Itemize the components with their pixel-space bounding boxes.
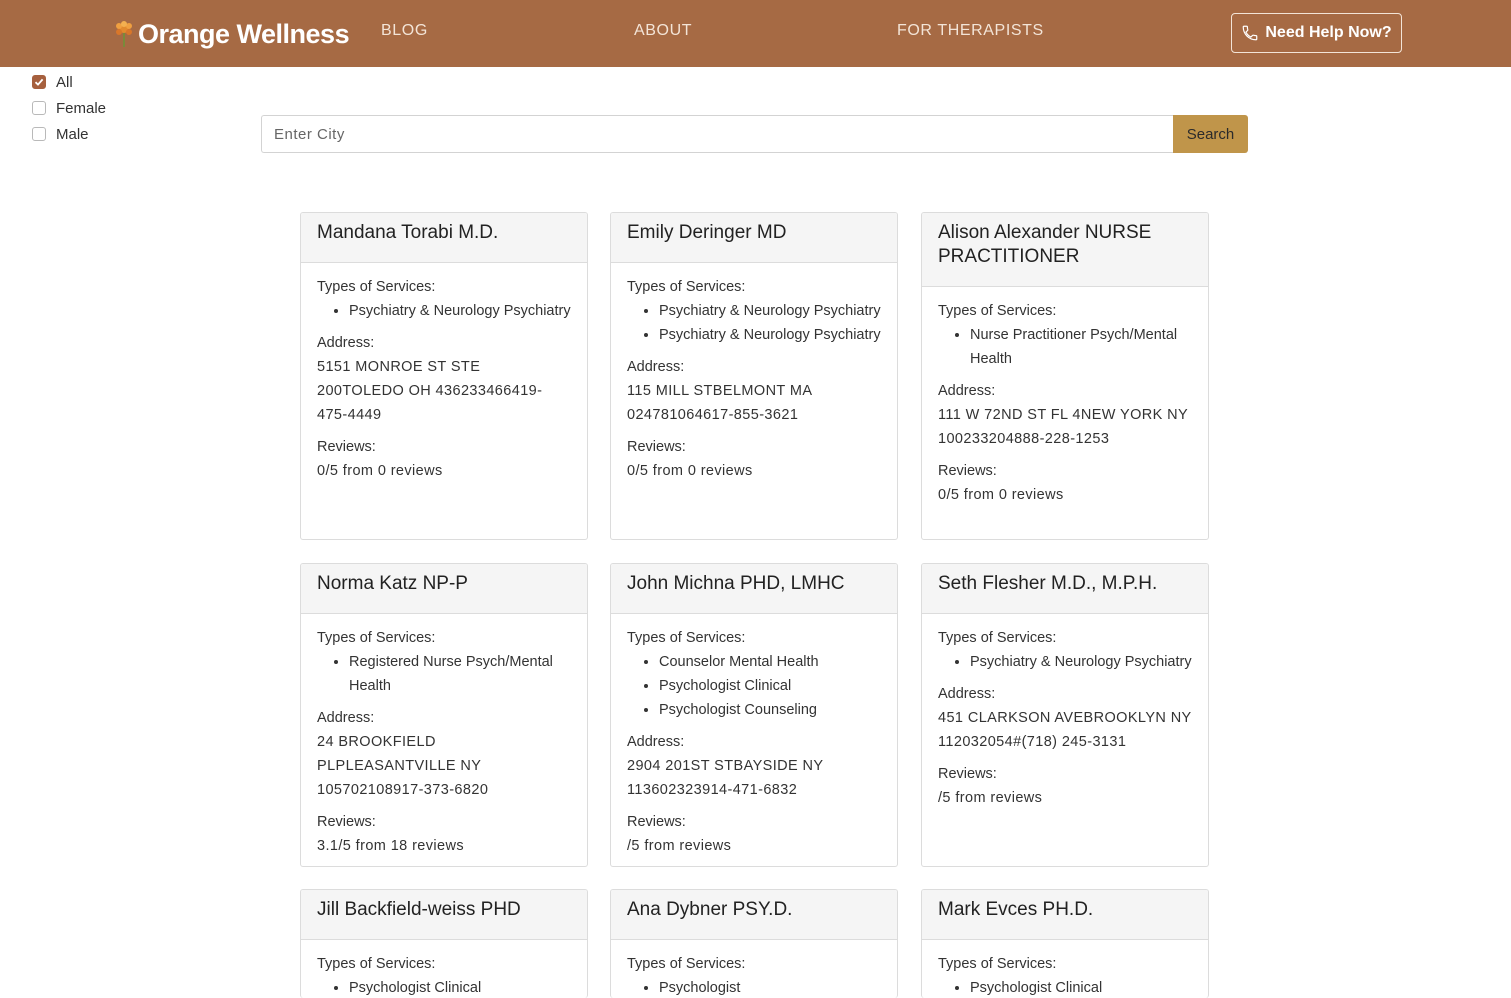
provider-name: Ana Dybner PSY.D. (611, 890, 897, 940)
filter-female-checkbox[interactable] (32, 101, 46, 115)
need-help-button[interactable]: Need Help Now? (1231, 13, 1402, 53)
services-label: Types of Services: (938, 956, 1057, 972)
check-icon (34, 78, 44, 86)
services-label: Types of Services: (938, 630, 1057, 646)
services-list: Psychologist Clinical (938, 976, 1192, 998)
filter-female[interactable]: Female (32, 95, 106, 121)
address-value: 24 BROOKFIELD PLPLEASANTVILLE NY 1057021… (317, 734, 489, 798)
services-list: Psychiatry & Neurology Psychiatry (938, 650, 1192, 674)
reviews-label: Reviews: (627, 814, 686, 830)
filter-all-label: All (56, 73, 73, 91)
address-value: 5151 MONROE ST STE 200TOLEDO OH 43623346… (317, 359, 543, 423)
services-list: Psychologist (627, 976, 881, 998)
reviews-label: Reviews: (317, 439, 376, 455)
reviews-value: /5 from reviews (627, 838, 732, 854)
brand-logo[interactable]: Orange Wellness (112, 14, 350, 54)
services-label: Types of Services: (938, 303, 1057, 319)
filter-male-checkbox[interactable] (32, 127, 46, 141)
services-list: Nurse Practitioner Psych/Mental Health (938, 323, 1192, 371)
address-label: Address: (938, 686, 996, 702)
reviews-label: Reviews: (938, 766, 997, 782)
services-label: Types of Services: (317, 956, 436, 972)
service-item: Nurse Practitioner Psych/Mental Health (970, 323, 1192, 371)
address-value: 111 W 72ND ST FL 4NEW YORK NY 1002332048… (938, 407, 1188, 447)
address-label: Address: (317, 335, 375, 351)
filter-male-label: Male (56, 125, 89, 143)
reviews-label: Reviews: (938, 463, 997, 479)
services-list: Psychiatry & Neurology Psychiatry (317, 299, 571, 323)
nav-for-therapists[interactable]: FOR THERAPISTS (897, 22, 1044, 40)
service-item: Registered Nurse Psych/Mental Health (349, 650, 571, 698)
city-search: Search (261, 115, 1248, 153)
filter-all-checkbox[interactable] (32, 75, 46, 89)
address-label: Address: (938, 383, 996, 399)
city-search-input[interactable] (261, 115, 1173, 153)
brand-name: Orange Wellness (138, 18, 350, 49)
reviews-value: 0/5 from 0 reviews (938, 487, 1064, 503)
services-label: Types of Services: (627, 630, 746, 646)
address-value: 115 MILL STBELMONT MA 024781064617-855-3… (627, 383, 812, 423)
address-value: 2904 201ST STBAYSIDE NY 113602323914-471… (627, 758, 824, 798)
provider-name: Emily Deringer MD (611, 213, 897, 263)
flower-icon (116, 21, 132, 47)
reviews-label: Reviews: (317, 814, 376, 830)
provider-card[interactable]: Jill Backfield-weiss PHD Types of Servic… (300, 889, 588, 998)
provider-card[interactable]: Ana Dybner PSY.D. Types of Services: Psy… (610, 889, 898, 998)
nav-blog[interactable]: BLOG (381, 22, 428, 40)
service-item: Psychiatry & Neurology Psychiatry (349, 299, 571, 323)
provider-name: Mandana Torabi M.D. (301, 213, 587, 263)
services-list: Psychiatry & Neurology Psychiatry Psychi… (627, 299, 881, 347)
address-label: Address: (627, 734, 685, 750)
reviews-value: 0/5 from 0 reviews (317, 463, 443, 479)
need-help-label: Need Help Now? (1265, 24, 1392, 41)
provider-card[interactable]: Mandana Torabi M.D. Types of Services: P… (300, 212, 588, 540)
provider-name: Jill Backfield-weiss PHD (301, 890, 587, 940)
provider-card[interactable]: Mark Evces PH.D. Types of Services: Psyc… (921, 889, 1209, 998)
provider-name: Alison Alexander NURSE PRACTITIONER (922, 213, 1208, 287)
service-item: Psychologist (659, 976, 881, 998)
top-navbar: Orange Wellness BLOG ABOUT FOR THERAPIST… (0, 0, 1511, 67)
services-label: Types of Services: (317, 279, 436, 295)
provider-card[interactable]: John Michna PHD, LMHC Types of Services:… (610, 563, 898, 867)
reviews-value: 0/5 from 0 reviews (627, 463, 753, 479)
gender-filters: All Female Male (32, 69, 106, 147)
provider-card[interactable]: Emily Deringer MD Types of Services: Psy… (610, 212, 898, 540)
services-label: Types of Services: (627, 279, 746, 295)
search-button[interactable]: Search (1173, 115, 1248, 153)
provider-card[interactable]: Alison Alexander NURSE PRACTITIONER Type… (921, 212, 1209, 540)
service-item: Counselor Mental Health (659, 650, 881, 674)
service-item: Psychiatry & Neurology Psychiatry (659, 299, 881, 323)
address-label: Address: (627, 359, 685, 375)
service-item: Psychologist Counseling (659, 698, 881, 722)
reviews-value: 3.1/5 from 18 reviews (317, 838, 465, 854)
service-item: Psychologist Clinical (349, 976, 571, 998)
provider-name: Seth Flesher M.D., M.P.H. (922, 564, 1208, 614)
filter-female-label: Female (56, 99, 107, 117)
address-label: Address: (317, 710, 375, 726)
provider-name: John Michna PHD, LMHC (611, 564, 897, 614)
services-list: Psychologist Clinical (317, 976, 571, 998)
services-label: Types of Services: (627, 956, 746, 972)
provider-name: Mark Evces PH.D. (922, 890, 1208, 940)
phone-icon (1243, 25, 1258, 41)
service-item: Psychologist Clinical (659, 674, 881, 698)
services-label: Types of Services: (317, 630, 436, 646)
service-item: Psychologist Clinical (970, 976, 1192, 998)
nav-about[interactable]: ABOUT (634, 22, 692, 40)
reviews-label: Reviews: (627, 439, 686, 455)
filter-male[interactable]: Male (32, 121, 106, 147)
provider-card[interactable]: Norma Katz NP-P Types of Services: Regis… (300, 563, 588, 867)
service-item: Psychiatry & Neurology Psychiatry (970, 650, 1192, 674)
address-value: 451 CLARKSON AVEBROOKLYN NY 112032054#(7… (938, 710, 1192, 750)
services-list: Counselor Mental Health Psychologist Cli… (627, 650, 881, 722)
services-list: Registered Nurse Psych/Mental Health (317, 650, 571, 698)
reviews-value: /5 from reviews (938, 790, 1043, 806)
service-item: Psychiatry & Neurology Psychiatry (659, 323, 881, 347)
provider-card[interactable]: Seth Flesher M.D., M.P.H. Types of Servi… (921, 563, 1209, 867)
filter-all[interactable]: All (32, 69, 106, 95)
provider-name: Norma Katz NP-P (301, 564, 587, 614)
